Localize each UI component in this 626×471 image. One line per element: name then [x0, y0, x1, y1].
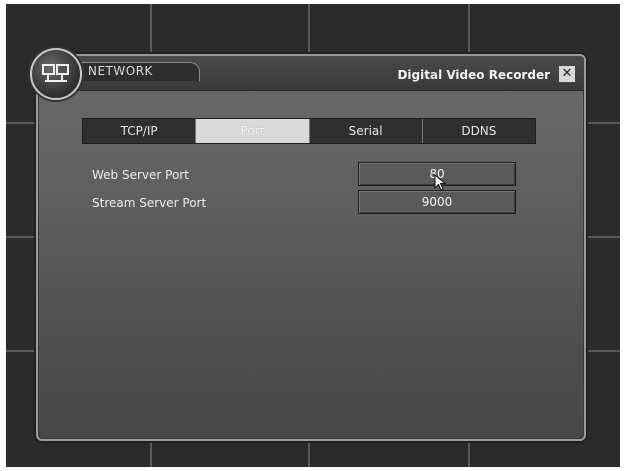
network-settings-window: NETWORK Digital Video Recorder ✕ TCP/IP … — [30, 48, 586, 441]
section-title: NETWORK — [88, 64, 153, 78]
stream-server-port-label: Stream Server Port — [92, 196, 207, 210]
close-icon: ✕ — [561, 66, 573, 81]
network-icon — [30, 48, 82, 100]
stream-server-port-field[interactable]: 9000 — [358, 190, 516, 214]
dvr-screen: NETWORK Digital Video Recorder ✕ TCP/IP … — [6, 4, 620, 467]
title-bar: NETWORK Digital Video Recorder ✕ — [38, 56, 584, 91]
tab-ddns[interactable]: DDNS — [423, 119, 535, 143]
tab-serial[interactable]: Serial — [310, 119, 423, 143]
close-button[interactable]: ✕ — [558, 65, 576, 83]
tab-tcp-ip[interactable]: TCP/IP — [83, 119, 197, 143]
app-title: Digital Video Recorder — [397, 68, 550, 82]
mouse-cursor-icon — [434, 174, 447, 191]
tab-port[interactable]: Port — [196, 119, 310, 143]
web-server-port-label: Web Server Port — [92, 168, 189, 182]
tab-bar: TCP/IP Port Serial DDNS — [82, 118, 536, 144]
monitors-icon — [42, 64, 69, 82]
